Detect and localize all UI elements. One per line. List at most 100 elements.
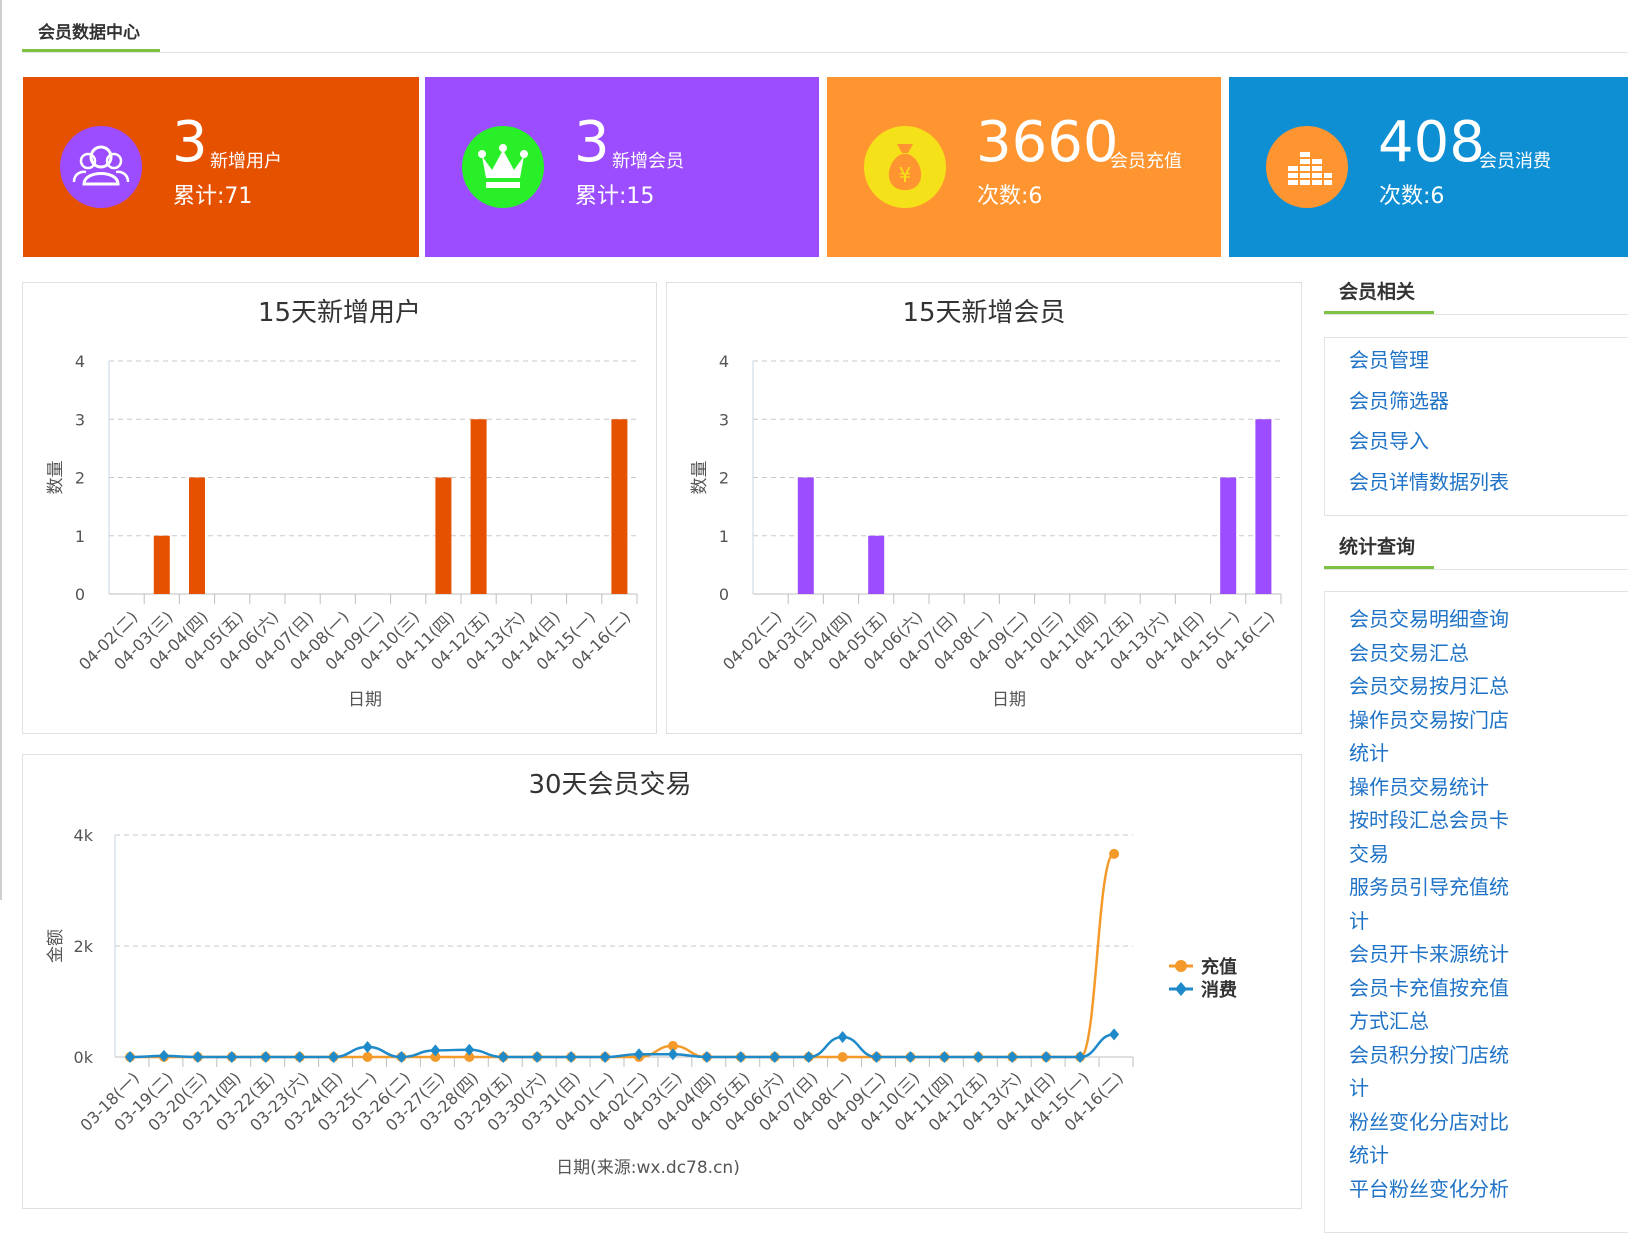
data-point — [498, 1051, 509, 1063]
stat-sub: 次数:6 — [977, 184, 1043, 209]
sidebar-link[interactable]: 会员管理 — [1349, 343, 1429, 377]
bar — [611, 419, 628, 594]
data-point — [701, 1051, 712, 1063]
sidebar-link[interactable]: 会员交易汇总 — [1349, 636, 1469, 670]
data-point — [1007, 1051, 1018, 1063]
y-tick-label: 3 — [719, 410, 729, 429]
sidebar-link[interactable]: 会员开卡来源统计 — [1349, 937, 1509, 971]
sidebar-section-underline — [1324, 566, 1434, 569]
sidebar-section-rule — [1324, 314, 1628, 315]
legend-label: 消费 — [1201, 979, 1237, 1001]
sidebar-link[interactable]: 粉丝变化分店对比 — [1349, 1105, 1509, 1139]
stat-sub: 累计:71 — [173, 184, 253, 209]
bar — [189, 477, 205, 594]
data-point — [396, 1051, 407, 1063]
sidebar-link[interactable]: 计 — [1349, 904, 1369, 938]
new-members-bar-chart: 15天新增会员0123404-02(二)04-03(三)04-04(四)04-0… — [690, 298, 1282, 710]
bar — [1255, 419, 1272, 594]
chart-title: 30天会员交易 — [528, 770, 691, 800]
sidebar-link[interactable]: 平台粉丝变化分析 — [1349, 1172, 1509, 1206]
chart-title: 15天新增用户 — [258, 298, 421, 328]
bar — [470, 419, 487, 594]
sidebar-link[interactable]: 会员筛选器 — [1349, 384, 1449, 418]
y-tick-label: 3 — [75, 410, 85, 429]
sidebar-link[interactable]: 会员交易按月汇总 — [1349, 669, 1509, 703]
users-icon — [72, 145, 130, 186]
data-point — [125, 1051, 135, 1063]
data-point — [294, 1051, 305, 1063]
data-point — [328, 1051, 339, 1063]
sidebar-link[interactable]: 会员积分按门店统 — [1349, 1038, 1509, 1072]
y-tick-label: 4 — [719, 352, 729, 371]
sidebar-section-rule — [1324, 569, 1628, 570]
x-axis-title: 日期 — [348, 690, 382, 710]
data-point — [600, 1051, 611, 1063]
page-title: 会员数据中心 — [38, 23, 140, 43]
data-point — [939, 1051, 950, 1063]
data-point — [362, 1052, 373, 1062]
stat-card-member-consume: 408 会员消费 次数:6 — [1229, 77, 1628, 257]
crown-icon — [478, 144, 528, 188]
data-point — [1041, 1051, 1052, 1063]
stat-sub: 累计:15 — [575, 184, 655, 209]
sidebar-link[interactable]: 操作员交易统计 — [1349, 770, 1489, 804]
data-point — [735, 1051, 746, 1063]
stat-value: 3 — [172, 110, 208, 175]
sidebar-link[interactable]: 方式汇总 — [1349, 1004, 1429, 1038]
legend-marker — [1175, 960, 1187, 972]
data-point — [192, 1051, 203, 1063]
sidebar-link[interactable]: 会员卡充值按充值 — [1349, 971, 1509, 1005]
y-axis-title: 金额 — [46, 929, 66, 963]
sidebar-link[interactable]: 统计 — [1349, 736, 1389, 770]
page-title-underline — [22, 49, 160, 52]
sidebar-menu-member: 会员管理会员筛选器会员导入会员详情数据列表 — [1324, 337, 1628, 516]
sidebar-link[interactable]: 服务员引导充值统 — [1349, 870, 1509, 904]
y-tick-label: 1 — [75, 527, 85, 546]
sidebar-link[interactable]: 会员详情数据列表 — [1349, 465, 1509, 499]
bar — [797, 477, 814, 594]
sidebar-section-title: 会员相关 — [1339, 281, 1416, 303]
y-tick-label: 2 — [75, 469, 85, 488]
stat-value: 3 — [574, 110, 610, 175]
transactions-line-chart: 30天会员交易0k2k4k03-18(一)03-19(二)03-20(三)03-… — [46, 770, 1237, 1178]
legend-marker — [1175, 982, 1187, 996]
bar — [868, 535, 885, 594]
y-tick-label: 4k — [74, 826, 94, 845]
y-tick-label: 2k — [74, 937, 94, 956]
legend-label: 充值 — [1201, 956, 1237, 978]
sidebar-section-underline — [1324, 311, 1434, 314]
stat-label: 新增会员 — [612, 151, 684, 172]
data-point — [973, 1051, 984, 1063]
sidebar-link[interactable]: 计 — [1349, 1071, 1369, 1105]
sidebar-link[interactable]: 按时段汇总会员卡 — [1349, 803, 1509, 837]
sidebar-link[interactable]: 会员交易明细查询 — [1349, 602, 1509, 636]
sidebar-link[interactable]: 会员导入 — [1349, 424, 1429, 458]
stat-card-new-users: 3 新增用户 累计:71 — [23, 77, 419, 257]
y-tick-label: 2 — [719, 469, 729, 488]
sidebar-link[interactable]: 操作员交易按门店 — [1349, 703, 1509, 737]
stat-label: 会员充值 — [1110, 151, 1182, 172]
data-point — [871, 1051, 882, 1063]
data-point — [837, 1052, 848, 1062]
sidebar-menu-statistics: 会员交易明细查询 会员交易汇总 会员交易按月汇总 操作员交易按门店 统计 操作员交易统计… — [1324, 591, 1628, 1233]
sidebar-link[interactable]: 统计 — [1349, 1138, 1389, 1172]
svg-text:¥: ¥ — [899, 163, 912, 187]
new-users-bar-chart: 15天新增用户0123404-02(二)04-03(三)04-04(四)04-0… — [46, 298, 638, 710]
data-point — [905, 1051, 916, 1063]
stat-card-new-members: 3 新增会员 累计:15 — [425, 77, 819, 257]
stat-label: 会员消费 — [1479, 151, 1551, 172]
data-point — [566, 1051, 577, 1063]
x-axis-title: 日期 — [992, 690, 1026, 710]
data-point — [667, 1048, 678, 1061]
sidebar-link[interactable]: 交易 — [1349, 837, 1389, 871]
data-point — [769, 1051, 780, 1063]
bar — [153, 535, 170, 594]
crown-icon-badge — [462, 126, 544, 208]
data-point — [1109, 1028, 1120, 1041]
chart-panel-new-members: 15天新增会员 0 1 2 3 4 04-02(二) 04-03(三) 04-04(四) 04-0… — [666, 282, 1302, 734]
y-axis-title: 数量 — [690, 461, 710, 495]
chart-panel-new-users: 15天新增用户 0 1 2 3 4 04-02(二) 04-03(三) 04-04(四) 04-0… — [22, 282, 657, 734]
series-line — [130, 852, 1116, 1059]
stat-label: 新增用户 — [210, 151, 282, 172]
bar-stack-icon — [1288, 152, 1332, 185]
